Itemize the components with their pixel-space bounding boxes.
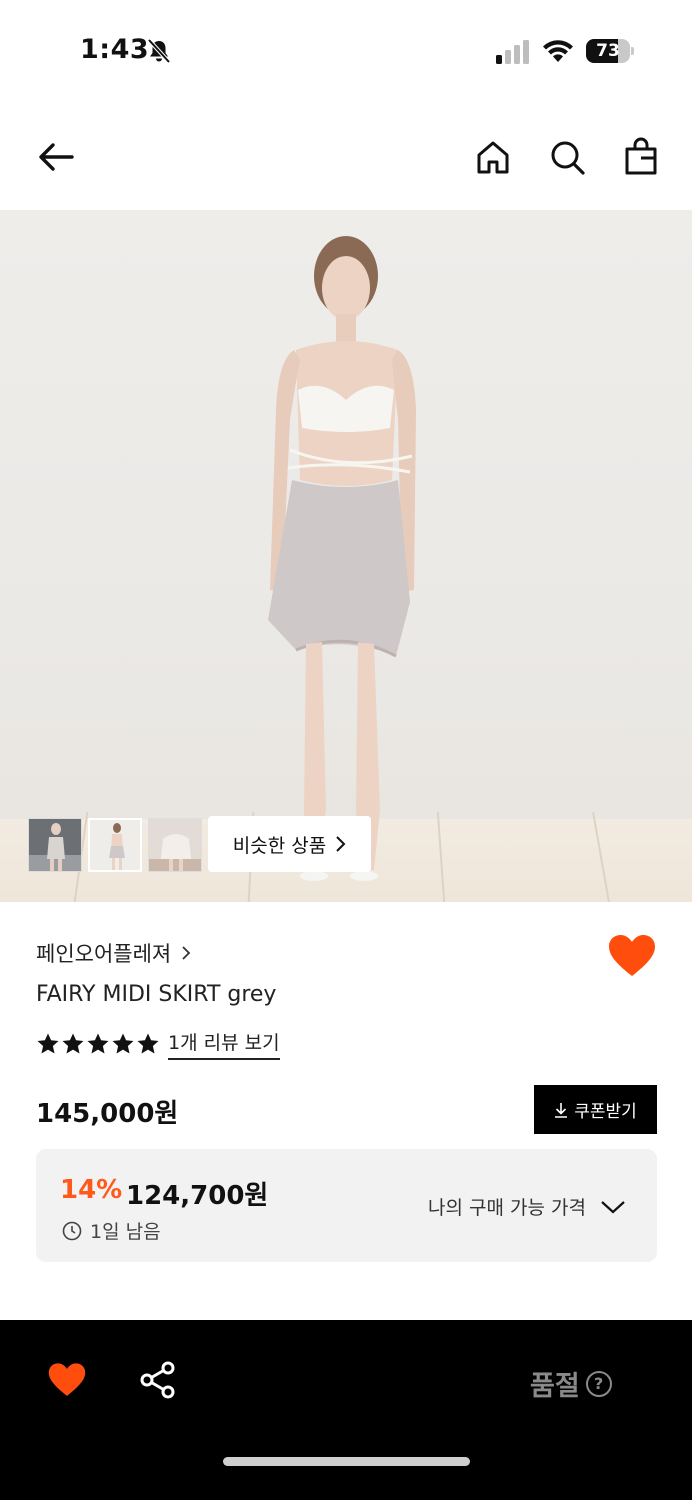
heart-icon[interactable] (48, 1362, 86, 1398)
home-button[interactable] (470, 134, 516, 180)
star-icon (87, 1033, 109, 1054)
share-icon[interactable] (138, 1360, 178, 1400)
status-bar: 1:43 73 (0, 0, 692, 105)
thumbnail-image (90, 820, 140, 870)
battery-percent: 73 (596, 41, 620, 61)
similar-products-button[interactable]: 비슷한 상품 (208, 816, 371, 872)
download-icon (555, 1102, 568, 1118)
rating-row: 1개 리뷰 보기 (36, 1028, 280, 1060)
discount-price: 124,700원 (126, 1181, 269, 1211)
thumbnail-3[interactable] (148, 818, 202, 872)
product-name: FAIRY MIDI SKIRT grey (36, 982, 277, 1007)
thumbnail-image (29, 819, 81, 871)
bell-off-icon (147, 38, 171, 64)
chevron-right-icon (182, 946, 191, 960)
back-button[interactable] (33, 134, 79, 180)
my-price-toggle[interactable]: 나의 구매 가능 가격 (428, 1193, 626, 1220)
bottom-action-bar: 품절 ? (0, 1320, 692, 1500)
wifi-icon (543, 40, 573, 62)
cellular-signal-icon (496, 40, 529, 64)
help-icon[interactable]: ? (585, 1370, 612, 1397)
home-indicator (223, 1457, 470, 1466)
brand-link[interactable]: 페인오어플레져 (36, 938, 191, 968)
chevron-down-icon (601, 1200, 625, 1213)
model-photo (268, 236, 416, 881)
discount-percent: 14% (60, 1175, 123, 1205)
product-image[interactable]: 비슷한 상품 (0, 210, 692, 902)
my-price-label: 나의 구매 가능 가격 (428, 1197, 586, 1219)
star-icon (137, 1033, 159, 1054)
search-icon (551, 141, 585, 175)
status-time: 1:43 (80, 34, 150, 65)
sold-out-label: 품절 (530, 1371, 580, 1402)
heart-icon[interactable] (608, 934, 656, 978)
coupon-button[interactable]: 쿠폰받기 (534, 1085, 657, 1134)
coupon-label: 쿠폰받기 (574, 1102, 637, 1122)
battery-icon: 73 (586, 39, 634, 63)
clock-icon (62, 1221, 82, 1240)
star-icon (62, 1033, 84, 1054)
home-icon (477, 141, 509, 174)
similar-products-label: 비슷한 상품 (232, 834, 327, 857)
thumbnail-2[interactable] (88, 818, 142, 872)
chevron-right-icon (336, 836, 346, 852)
brand-name: 페인오어플레져 (36, 942, 172, 966)
time-left: 1일 남음 (62, 1217, 161, 1244)
original-price: 145,000원 (36, 1099, 179, 1129)
sold-out-status: 품절 ? (530, 1364, 612, 1403)
star-icon (112, 1033, 134, 1054)
cart-button[interactable] (618, 134, 664, 180)
star-icon (37, 1033, 59, 1054)
search-button[interactable] (544, 134, 590, 180)
time-left-label: 1일 남음 (90, 1221, 161, 1243)
arrow-left-icon (39, 143, 74, 171)
review-link[interactable]: 1개 리뷰 보기 (168, 1028, 280, 1060)
discount-box: 14% 124,700원 1일 남음 나의 구매 가능 가격 (36, 1149, 657, 1262)
star-rating (36, 1032, 160, 1056)
thumbnail-image (149, 819, 201, 871)
shopping-bag-icon (625, 137, 657, 175)
thumbnail-1[interactable] (28, 818, 82, 872)
